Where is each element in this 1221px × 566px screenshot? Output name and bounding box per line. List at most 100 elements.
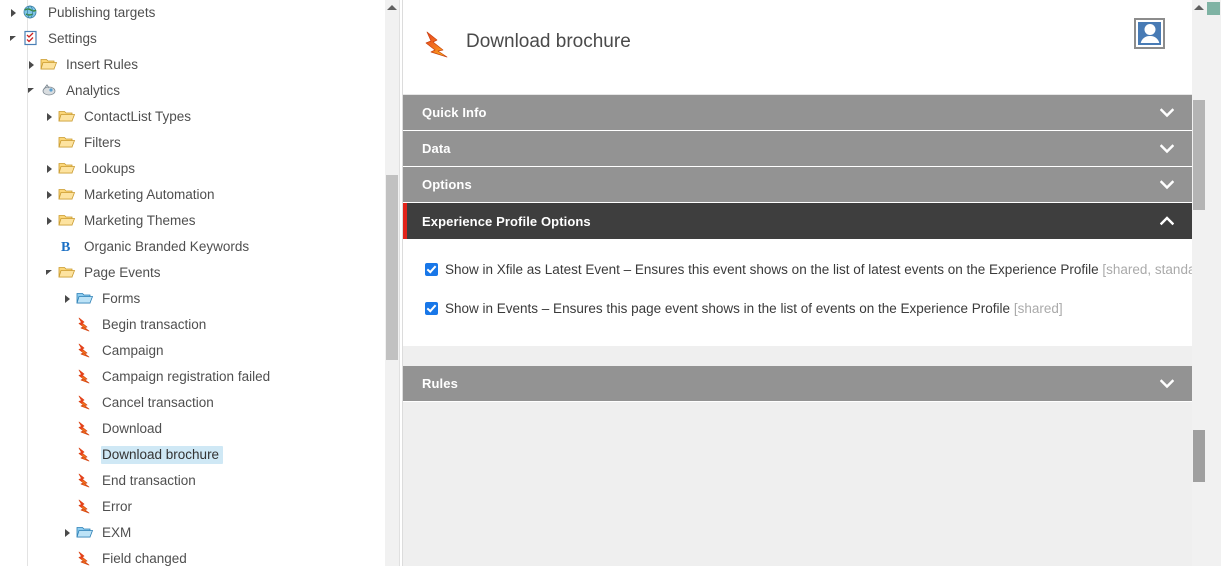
section-header-quick-info[interactable]: Quick Info: [403, 95, 1192, 131]
expand-arrow-right-icon[interactable]: [44, 156, 58, 182]
svg-text:B: B: [61, 240, 70, 254]
expand-arrow-placeholder: [62, 468, 76, 494]
chevron-down-icon[interactable]: [1160, 179, 1174, 191]
tree-item-insert-rules[interactable]: Insert Rules: [0, 52, 378, 78]
browser-scrollbar-thumb[interactable]: [1207, 2, 1220, 15]
editor-scrollbar-thumb-lower[interactable]: [1193, 430, 1205, 482]
expand-arrow-right-icon[interactable]: [26, 52, 40, 78]
lightning-icon: [76, 550, 96, 566]
expand-arrow-right-icon[interactable]: [62, 520, 76, 546]
tree-scrollbar-thumb[interactable]: [386, 175, 398, 360]
section-title: Data: [422, 141, 451, 156]
expand-arrow-right-icon[interactable]: [44, 182, 58, 208]
section-body-experience-profile-options: Show in Xfile as Latest Event – Ensures …: [403, 239, 1192, 346]
tree-item-forms[interactable]: Forms: [0, 286, 378, 312]
avatar: [1138, 22, 1161, 45]
checkbox-checked-icon[interactable]: [425, 302, 438, 315]
field-source-note: [shared]: [1013, 301, 1063, 316]
tree-item-label: Cancel transaction: [102, 395, 214, 410]
tree-item-label: Insert Rules: [66, 57, 139, 72]
tree-item-label: Download: [102, 421, 163, 436]
folder-icon: [58, 134, 78, 152]
tree-item-campaign-registration-failed[interactable]: Campaign registration failed: [0, 364, 378, 390]
page-title: Download brochure: [466, 31, 631, 52]
expand-arrow-placeholder: [62, 442, 76, 468]
tree-item-lookups[interactable]: Lookups: [0, 156, 378, 182]
section-header-rules[interactable]: Rules: [403, 366, 1192, 402]
chevron-up-icon[interactable]: [1160, 215, 1174, 227]
settings-icon: [22, 30, 42, 48]
tree-item-marketing-themes[interactable]: Marketing Themes: [0, 208, 378, 234]
expand-arrow-down-icon[interactable]: [44, 260, 58, 286]
tree-item-publishing-targets[interactable]: Publishing targets: [0, 0, 378, 26]
folder-icon: [58, 160, 78, 178]
expand-arrow-right-icon[interactable]: [62, 286, 76, 312]
tree-item-organic-branded-keywords[interactable]: B Organic Branded Keywords: [0, 234, 378, 260]
section-header-experience-profile-options[interactable]: Experience Profile Options: [403, 203, 1192, 239]
tree-item-marketing-automation[interactable]: Marketing Automation: [0, 182, 378, 208]
expand-arrow-right-icon[interactable]: [44, 104, 58, 130]
item-editor-panel: Download brochure Quick Info Data Options E…: [403, 0, 1192, 566]
content-tree-panel: Publishing targets Settings Insert Rules An…: [0, 0, 403, 566]
scroll-up-arrow-icon[interactable]: [1194, 5, 1204, 10]
browser-scrollbar[interactable]: [1206, 0, 1221, 566]
section-title: Rules: [422, 376, 458, 391]
expand-arrow-down-icon[interactable]: [26, 78, 40, 104]
folder-blue-icon: [76, 290, 96, 308]
chevron-down-icon[interactable]: [1160, 378, 1174, 390]
scroll-up-arrow-icon[interactable]: [387, 5, 397, 10]
editor-scrollbar[interactable]: [1192, 0, 1206, 566]
tree-item-cancel-transaction[interactable]: Cancel transaction: [0, 390, 378, 416]
chevron-down-icon[interactable]: [1160, 107, 1174, 119]
tree-item-download[interactable]: Download: [0, 416, 378, 442]
tree-item-begin-transaction[interactable]: Begin transaction: [0, 312, 378, 338]
tree-item-contactlist-types[interactable]: ContactList Types: [0, 104, 378, 130]
tree-item-campaign[interactable]: Campaign: [0, 338, 378, 364]
avatar-baseline: [1138, 43, 1161, 45]
lightning-icon: [76, 420, 96, 438]
tree-item-label: Page Events: [84, 265, 161, 280]
analytics-icon: [40, 82, 60, 100]
checkbox-row[interactable]: Show in Xfile as Latest Event – Ensures …: [403, 255, 1192, 285]
tree-item-exm[interactable]: EXM: [0, 520, 378, 546]
tree-item-analytics[interactable]: Analytics: [0, 78, 378, 104]
folder-icon: [40, 56, 60, 74]
tree-item-label: Settings: [48, 31, 97, 46]
expand-arrow-placeholder: [62, 494, 76, 520]
tree-item-filters[interactable]: Filters: [0, 130, 378, 156]
lightning-icon: [421, 26, 457, 62]
tree-item-label: Marketing Automation: [84, 187, 215, 202]
tree-item-label: EXM: [102, 525, 132, 540]
checkbox-checked-icon[interactable]: [425, 263, 438, 276]
tree-item-download-brochure[interactable]: Download brochure: [0, 442, 378, 468]
tree-item-error[interactable]: Error: [0, 494, 378, 520]
user-avatar-icon[interactable]: [1134, 18, 1165, 49]
bing-icon: B: [58, 238, 78, 256]
section-header-options[interactable]: Options: [403, 167, 1192, 203]
chevron-down-icon[interactable]: [1160, 143, 1174, 155]
tree-item-label: Forms: [102, 291, 141, 306]
folder-icon: [58, 264, 78, 282]
expand-arrow-placeholder: [44, 234, 58, 260]
checkbox-row[interactable]: Show in Events – Ensures this page event…: [403, 285, 1192, 324]
editor-scrollbar-thumb[interactable]: [1193, 100, 1205, 210]
tree-item-label: Marketing Themes: [84, 213, 196, 228]
folder-icon: [58, 108, 78, 126]
folder-icon: [58, 212, 78, 230]
tree-item-label: Download brochure: [101, 446, 224, 464]
section-title: Options: [422, 177, 472, 192]
lightning-icon: [76, 394, 96, 412]
section-header-data[interactable]: Data: [403, 131, 1192, 167]
expand-arrow-right-icon[interactable]: [8, 0, 22, 26]
expand-arrow-placeholder: [62, 546, 76, 566]
expand-arrow-right-icon[interactable]: [44, 208, 58, 234]
tree-item-settings[interactable]: Settings: [0, 26, 378, 52]
tree-item-label: Analytics: [66, 83, 121, 98]
expand-arrow-placeholder: [62, 364, 76, 390]
tree-scrollbar[interactable]: [385, 0, 399, 566]
expand-arrow-down-icon[interactable]: [8, 26, 22, 52]
tree-item-field-changed[interactable]: Field changed: [0, 546, 378, 566]
tree-item-end-transaction[interactable]: End transaction: [0, 468, 378, 494]
expand-arrow-placeholder: [62, 338, 76, 364]
tree-item-page-events[interactable]: Page Events: [0, 260, 378, 286]
